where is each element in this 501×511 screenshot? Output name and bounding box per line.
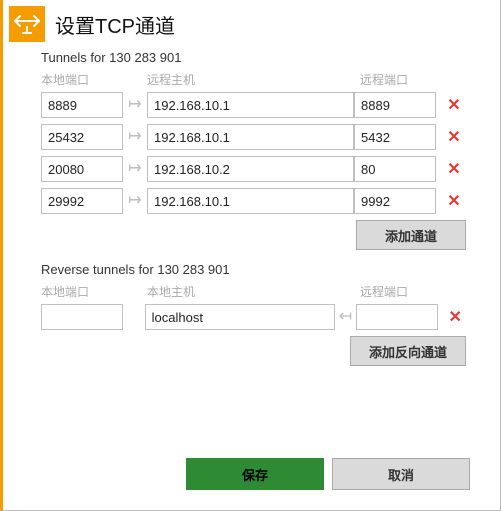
delete-row-button[interactable]: ✕ xyxy=(444,307,466,327)
arrow-left-icon: ↤ xyxy=(335,309,357,325)
tunnel-row: ↤✕ xyxy=(41,304,466,330)
delete-row-button[interactable]: ✕ xyxy=(442,191,466,211)
col-remote: 远程端口 xyxy=(360,283,442,300)
host-input[interactable] xyxy=(145,304,335,330)
remote-port-input[interactable] xyxy=(354,124,436,150)
col-local: 本地端口 xyxy=(41,283,123,300)
tunnels-column-headers: 本地端口 远程主机 远程端口 xyxy=(41,71,466,88)
remote-port-input[interactable] xyxy=(354,92,436,118)
arrow-right-icon: ↦ xyxy=(123,97,147,113)
delete-row-button[interactable]: ✕ xyxy=(442,127,466,147)
host-input[interactable] xyxy=(147,92,354,118)
tunnel-row: ↦✕ xyxy=(41,124,466,150)
tunnel-row: ↦✕ xyxy=(41,188,466,214)
reverse-section-label: Reverse tunnels for 130 283 901 xyxy=(41,262,466,277)
add-tunnel-button[interactable]: 添加通道 xyxy=(356,220,466,250)
host-input[interactable] xyxy=(147,156,354,182)
tunnel-icon xyxy=(9,6,45,42)
tunnel-rows: ↦✕↦✕↦✕↦✕ xyxy=(41,92,466,214)
dialog-title: 设置TCP通道 xyxy=(55,10,175,39)
remote-port-input[interactable] xyxy=(356,304,438,330)
local-port-input[interactable] xyxy=(41,92,123,118)
cancel-button[interactable]: 取消 xyxy=(332,458,470,490)
dialog-window: 设置TCP通道 Tunnels for 130 283 901 本地端口 远程主… xyxy=(0,0,501,511)
arrow-right-icon: ↦ xyxy=(123,129,147,145)
tunnels-section-label: Tunnels for 130 283 901 xyxy=(41,50,466,65)
delete-row-button[interactable]: ✕ xyxy=(442,159,466,179)
host-input[interactable] xyxy=(147,188,354,214)
arrow-right-icon: ↦ xyxy=(123,161,147,177)
add-reverse-tunnel-button[interactable]: 添加反向通道 xyxy=(350,336,466,366)
local-port-input[interactable] xyxy=(41,124,123,150)
host-input[interactable] xyxy=(147,124,354,150)
local-port-input[interactable] xyxy=(41,304,123,330)
dialog-header: 设置TCP通道 xyxy=(3,0,500,44)
col-host: 本地主机 xyxy=(147,283,360,300)
remote-port-input[interactable] xyxy=(354,156,436,182)
remote-port-input[interactable] xyxy=(354,188,436,214)
local-port-input[interactable] xyxy=(41,156,123,182)
col-host: 远程主机 xyxy=(147,71,360,88)
reverse-rows: ↤✕ xyxy=(41,304,466,330)
tunnel-row: ↦✕ xyxy=(41,156,466,182)
col-local: 本地端口 xyxy=(41,71,123,88)
tunnel-row: ↦✕ xyxy=(41,92,466,118)
delete-row-button[interactable]: ✕ xyxy=(442,95,466,115)
dialog-content: Tunnels for 130 283 901 本地端口 远程主机 远程端口 ↦… xyxy=(3,44,500,458)
save-button[interactable]: 保存 xyxy=(186,458,324,490)
reverse-column-headers: 本地端口 本地主机 远程端口 xyxy=(41,283,466,300)
local-port-input[interactable] xyxy=(41,188,123,214)
col-remote: 远程端口 xyxy=(360,71,442,88)
arrow-right-icon: ↦ xyxy=(123,193,147,209)
dialog-footer: 保存 取消 xyxy=(3,458,500,510)
